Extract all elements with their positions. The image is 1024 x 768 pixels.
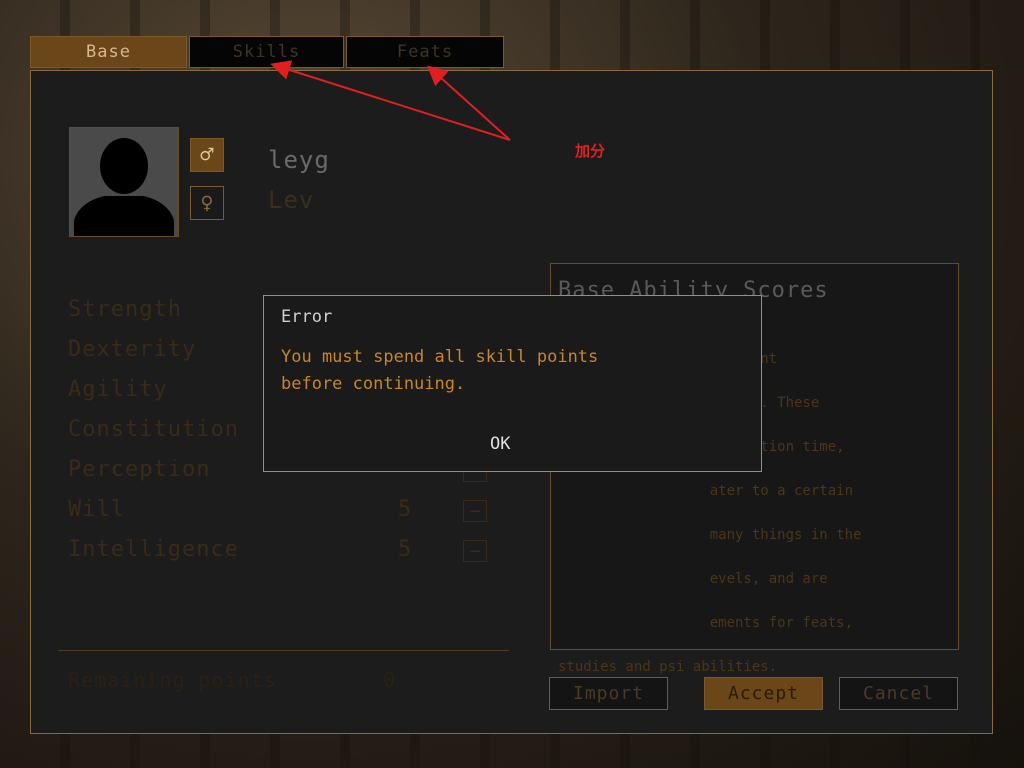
annotation-label: 加分 (575, 142, 606, 160)
ok-button[interactable]: OK (490, 434, 510, 454)
error-message: You must spend all skill points before c… (281, 347, 599, 394)
arrow-to-skills (270, 60, 511, 141)
arrow-to-feats (427, 65, 511, 141)
error-title: Error (281, 307, 333, 327)
error-dialog: Error You must spend all skill points be… (263, 295, 762, 472)
